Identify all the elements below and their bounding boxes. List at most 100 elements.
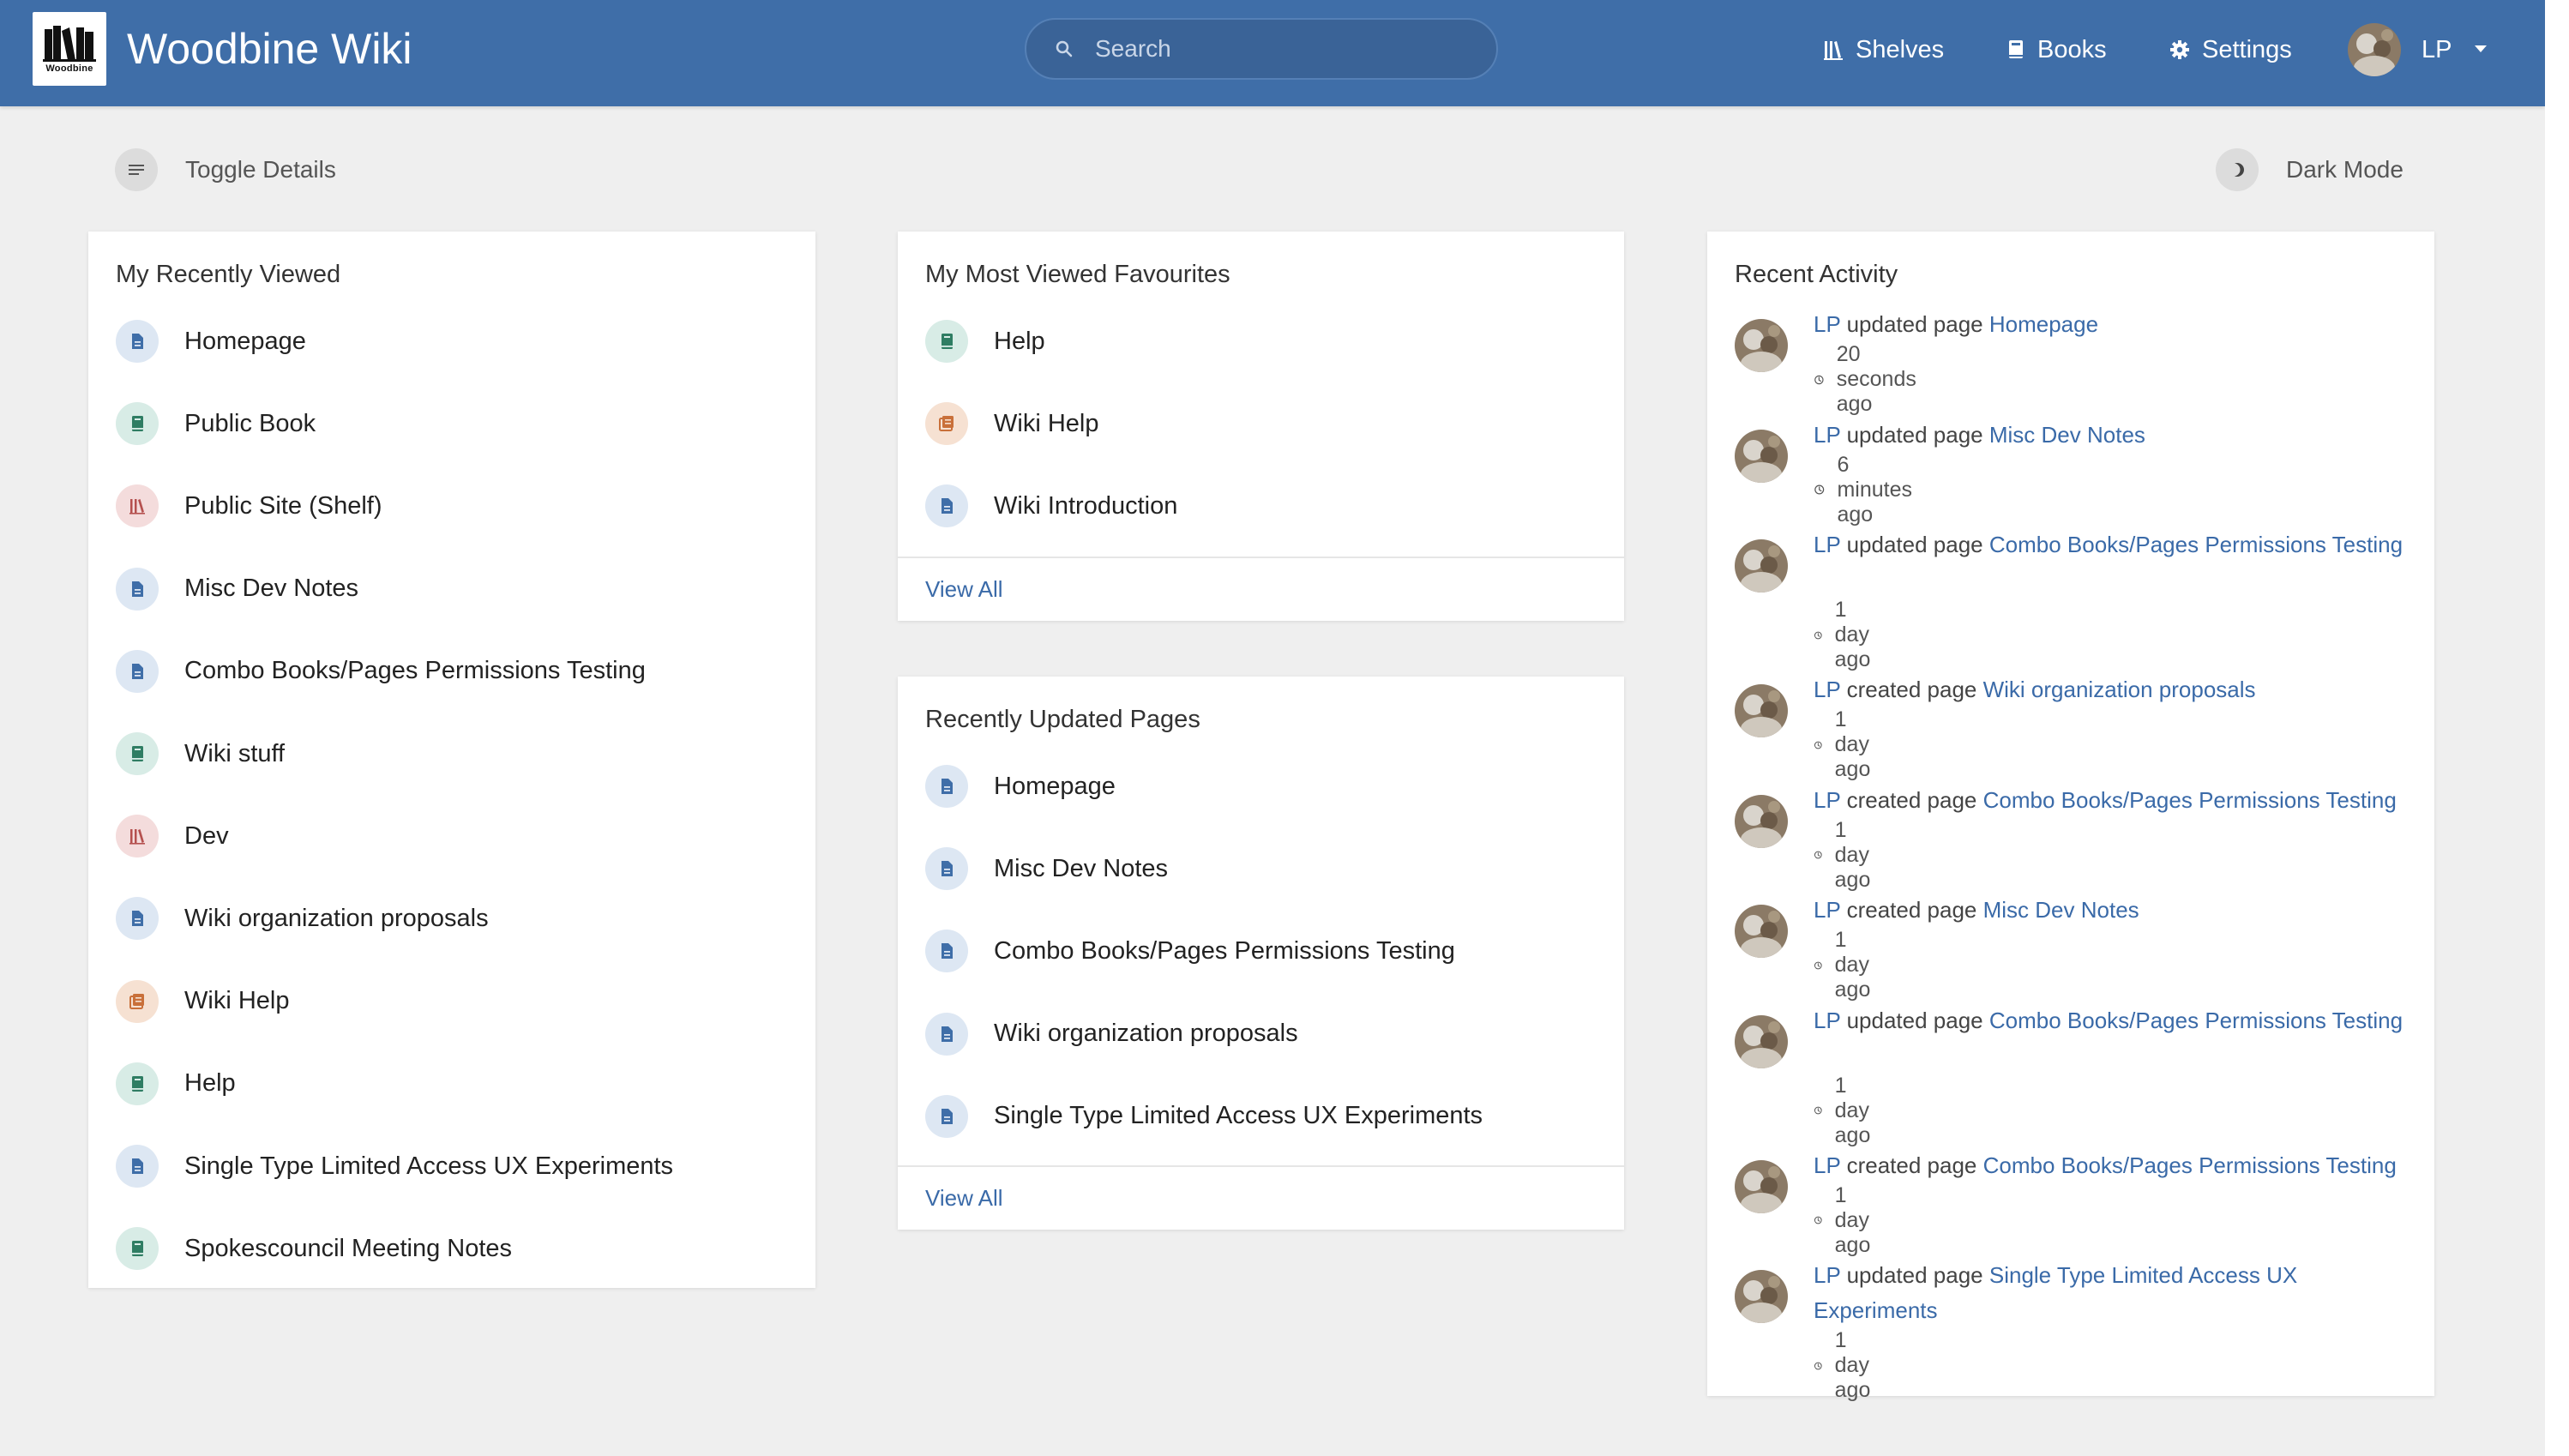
page: Woodbine Woodbine Wiki Shelves xyxy=(0,0,2545,1456)
activity-target-link[interactable]: Combo Books/Pages Permissions Testing xyxy=(1983,787,2397,813)
activity-target-link[interactable]: Misc Dev Notes xyxy=(1983,897,2139,923)
activity-user-link[interactable]: LP xyxy=(1814,677,1840,702)
activity-text: LP updated page Homepage xyxy=(1814,307,2414,342)
recently-updated-item[interactable]: Wiki organization proposals xyxy=(925,1012,1298,1056)
recently-viewed-item[interactable]: Help xyxy=(116,1062,236,1106)
recently-viewed-item[interactable]: Misc Dev Notes xyxy=(116,567,358,611)
activity-user-link[interactable]: LP xyxy=(1814,311,1840,337)
favourites-item[interactable]: Help xyxy=(925,319,1045,364)
recently-updated-item-label: Misc Dev Notes xyxy=(994,854,1169,882)
activity-target-link[interactable]: Combo Books/Pages Permissions Testing xyxy=(1983,1152,2397,1178)
activity-time-label: 1 day ago xyxy=(1834,817,1871,892)
recently-viewed-item-label: Wiki organization proposals xyxy=(184,904,489,932)
chapter-icon xyxy=(116,979,159,1023)
logo-books-icon xyxy=(43,26,96,62)
avatar[interactable] xyxy=(1735,1270,1788,1323)
avatar[interactable] xyxy=(1735,319,1788,372)
activity-time: 1 day ago xyxy=(1814,1183,1880,1258)
recently-viewed-item[interactable]: Public Book xyxy=(116,401,316,446)
activity-target-link[interactable]: Misc Dev Notes xyxy=(1989,422,2145,448)
user-menu[interactable]: LP xyxy=(2348,22,2488,77)
recently-viewed-item[interactable]: Homepage xyxy=(116,319,306,364)
dark-mode-label: Dark Mode xyxy=(2286,156,2404,183)
recently-updated-view-all-link[interactable]: View All xyxy=(925,1185,1003,1212)
recently-viewed-item[interactable]: Combo Books/Pages Permissions Testing xyxy=(116,649,646,694)
activity-user-link[interactable]: LP xyxy=(1814,1008,1840,1033)
recently-viewed-item-label: Public Site (Shelf) xyxy=(184,491,382,520)
book-icon xyxy=(925,320,968,363)
recently-viewed-item[interactable]: Dev xyxy=(116,814,229,858)
toggle-details-button[interactable]: Toggle Details xyxy=(115,148,336,191)
activity-time-label: 20 seconds ago xyxy=(1836,342,1916,416)
nav-books-label: Books xyxy=(2037,35,2107,63)
page-icon xyxy=(116,897,159,941)
nav-books[interactable]: Books xyxy=(2006,33,2107,67)
activity-user-link[interactable]: LP xyxy=(1814,787,1840,813)
divider xyxy=(898,1165,1624,1167)
activity-target-link[interactable]: Wiki organization proposals xyxy=(1983,677,2256,702)
book-icon xyxy=(116,1227,159,1271)
activity-target-link[interactable]: Homepage xyxy=(1989,311,2098,337)
recently-updated-item[interactable]: Misc Dev Notes xyxy=(925,846,1168,891)
recently-viewed-item[interactable]: Wiki stuff xyxy=(116,731,285,776)
scrollbar-gutter xyxy=(2545,0,2569,1456)
avatar[interactable] xyxy=(1735,429,1788,483)
activity-action: created page xyxy=(1846,1152,1977,1178)
clock-icon xyxy=(1814,741,1822,749)
recently-viewed-item[interactable]: Public Site (Shelf) xyxy=(116,484,382,528)
avatar[interactable] xyxy=(1735,539,1788,593)
activity-time: 1 day ago xyxy=(1814,1074,1880,1148)
recently-updated-item-label: Combo Books/Pages Permissions Testing xyxy=(994,936,1455,965)
avatar[interactable] xyxy=(1735,684,1788,737)
search-input[interactable] xyxy=(1095,35,1472,63)
recently-viewed-item-label: Wiki stuff xyxy=(184,739,286,767)
avatar xyxy=(2348,23,2401,76)
favourites-item[interactable]: Wiki Introduction xyxy=(925,484,1177,528)
activity-user-link[interactable]: LP xyxy=(1814,532,1840,557)
activity-time-label: 1 day ago xyxy=(1834,1328,1871,1402)
recently-viewed-item-label: Wiki Help xyxy=(184,987,290,1015)
site-logo[interactable]: Woodbine xyxy=(33,12,106,86)
activity-user-link[interactable]: LP xyxy=(1814,1152,1840,1178)
activity-time: 1 day ago xyxy=(1814,598,1880,672)
avatar[interactable] xyxy=(1735,794,1788,848)
favourites-item[interactable]: Wiki Help xyxy=(925,401,1098,446)
recently-updated-item[interactable]: Combo Books/Pages Permissions Testing xyxy=(925,929,1455,973)
book-icon xyxy=(2009,40,2023,58)
dark-mode-button[interactable]: Dark Mode xyxy=(2216,148,2404,191)
activity-text: LP updated page Combo Books/Pages Permis… xyxy=(1814,527,2414,563)
activity-action: updated page xyxy=(1846,311,1983,337)
recently-viewed-item[interactable]: Wiki organization proposals xyxy=(116,896,489,941)
recently-updated-item[interactable]: Homepage xyxy=(925,764,1116,809)
activity-user-link[interactable]: LP xyxy=(1814,897,1840,923)
recently-updated-item[interactable]: Single Type Limited Access UX Experiment… xyxy=(925,1094,1483,1139)
clock-icon xyxy=(1814,484,1825,495)
favourites-view-all-link[interactable]: View All xyxy=(925,576,1003,603)
recently-viewed-item-label: Combo Books/Pages Permissions Testing xyxy=(184,657,646,685)
activity-action: updated page xyxy=(1846,1007,1983,1033)
avatar[interactable] xyxy=(1735,1014,1788,1068)
page-icon xyxy=(925,765,968,808)
favourites-item-label: Wiki Introduction xyxy=(994,491,1178,520)
recently-viewed-item[interactable]: Single Type Limited Access UX Experiment… xyxy=(116,1144,673,1188)
search-box[interactable] xyxy=(1025,18,1498,80)
logo-text: Woodbine xyxy=(45,63,93,74)
activity-user-link[interactable]: LP xyxy=(1814,1262,1840,1288)
nav-shelves[interactable]: Shelves xyxy=(1823,33,1944,67)
activity-action: updated page xyxy=(1846,1262,1983,1288)
activity-text: LP created page Combo Books/Pages Permis… xyxy=(1814,1148,2414,1183)
avatar[interactable] xyxy=(1735,1159,1788,1213)
activity-target-link[interactable]: Combo Books/Pages Permissions Testing xyxy=(1989,532,2403,557)
recently-updated-title: Recently Updated Pages xyxy=(925,706,1200,733)
recently-viewed-item[interactable]: Wiki Help xyxy=(116,979,289,1024)
nav-settings[interactable]: Settings xyxy=(2169,33,2292,67)
recently-viewed-item-label: Misc Dev Notes xyxy=(184,575,359,603)
shelf-icon xyxy=(116,815,159,858)
avatar[interactable] xyxy=(1735,905,1788,958)
recently-viewed-item[interactable]: Spokescouncil Meeting Notes xyxy=(116,1226,512,1271)
activity-user-link[interactable]: LP xyxy=(1814,422,1840,448)
activity-time-label: 1 day ago xyxy=(1834,928,1871,1002)
activity-target-link[interactable]: Combo Books/Pages Permissions Testing xyxy=(1989,1008,2403,1033)
activity-action: created page xyxy=(1846,897,1977,923)
app-title[interactable]: Woodbine Wiki xyxy=(127,24,412,74)
